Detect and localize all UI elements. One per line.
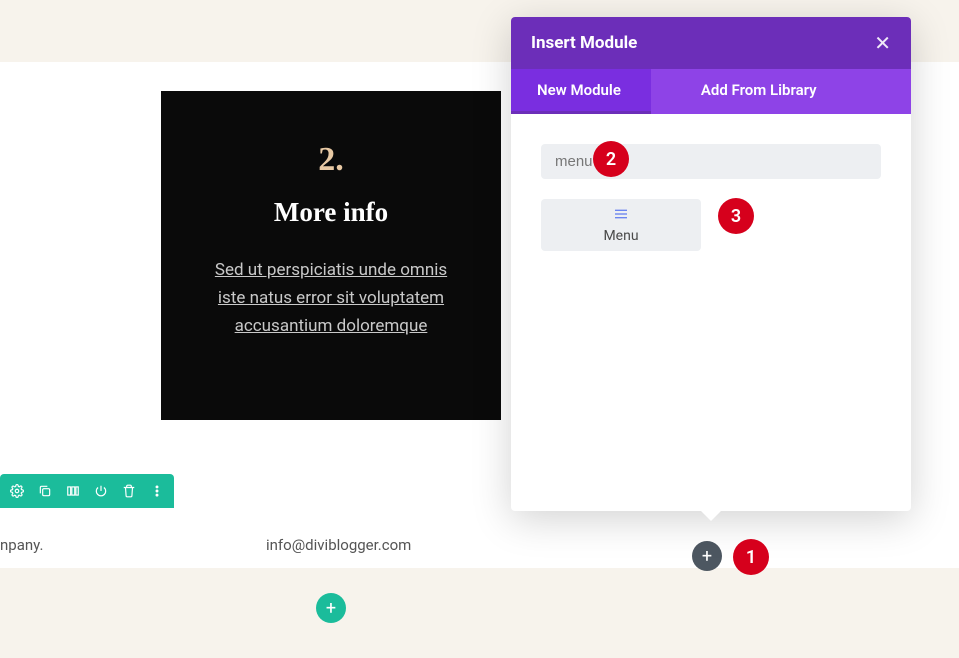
left-card-text-2: que (0, 351, 20, 379)
trash-icon[interactable] (118, 480, 140, 502)
annotation-badge-1: 1 (733, 539, 769, 575)
modal-title: Insert Module (531, 33, 637, 53)
module-item-menu[interactable]: Menu (541, 199, 701, 251)
module-toolbar (0, 474, 174, 508)
footer-email-text: info@diviblogger.com (266, 536, 411, 554)
card-title: More info (201, 197, 461, 228)
gear-icon[interactable] (6, 480, 28, 502)
add-module-button[interactable]: + (692, 541, 722, 571)
close-icon[interactable]: ✕ (874, 31, 891, 55)
power-icon[interactable] (90, 480, 112, 502)
insert-module-modal: Insert Module ✕ New Module Add From Libr… (511, 17, 911, 511)
columns-icon[interactable] (62, 480, 84, 502)
tab-add-from-library[interactable]: Add From Library (675, 69, 847, 114)
card-body-text: Sed ut perspiciatis unde omnis iste natu… (201, 256, 461, 340)
module-search-input[interactable] (541, 144, 881, 179)
add-section-button[interactable]: + (316, 593, 346, 623)
modal-header: Insert Module ✕ (511, 17, 911, 69)
tab-new-module[interactable]: New Module (511, 69, 651, 114)
more-icon[interactable] (146, 480, 168, 502)
annotation-badge-3: 3 (718, 198, 754, 234)
card-step-number: 2. (201, 141, 461, 179)
copy-icon[interactable] (34, 480, 56, 502)
module-grid: Menu (541, 199, 881, 251)
modal-pointer (701, 511, 721, 521)
plus-icon: + (702, 546, 712, 567)
annotation-badge-2: 2 (593, 141, 629, 177)
module-item-label: Menu (603, 228, 638, 244)
left-card: s que (0, 91, 30, 420)
modal-body: Menu (511, 114, 911, 511)
info-card: 2. More info Sed ut perspiciatis unde om… (161, 91, 501, 420)
modal-tabs: New Module Add From Library (511, 69, 911, 114)
plus-icon: + (326, 598, 336, 619)
left-card-text-1: s (0, 271, 20, 299)
menu-icon (612, 206, 630, 225)
footer-company-text: npany. (0, 536, 43, 554)
